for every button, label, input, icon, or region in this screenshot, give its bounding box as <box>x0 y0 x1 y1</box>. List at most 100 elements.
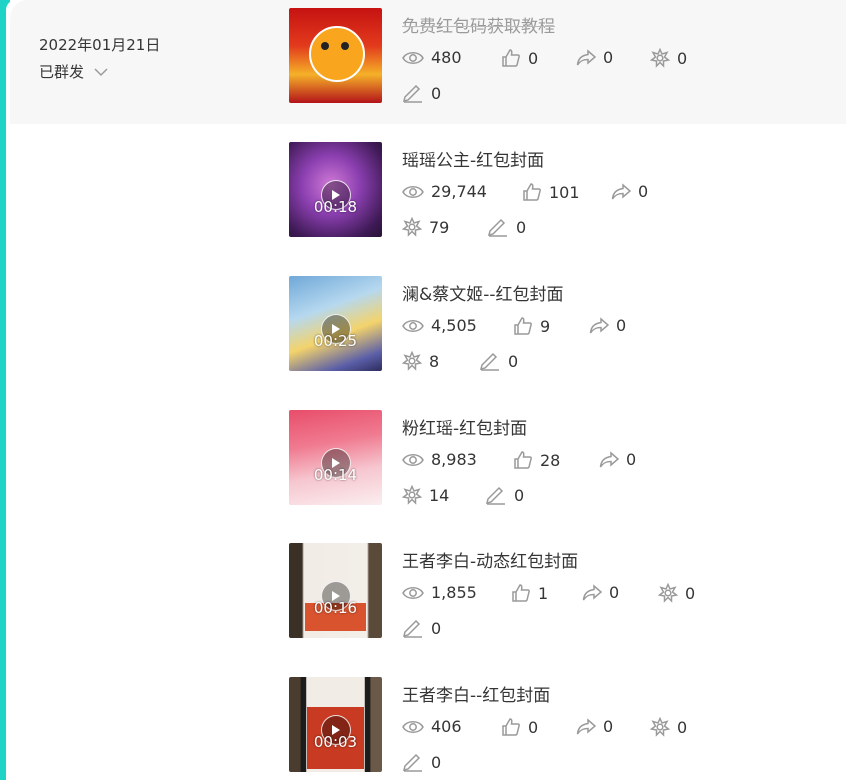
thumbs-up-icon <box>502 49 520 67</box>
wow-stat: 0 <box>650 48 687 68</box>
wow-stat: 79 <box>402 217 449 237</box>
share-icon <box>582 583 602 600</box>
thumbs-up-icon <box>514 451 532 469</box>
share-icon <box>576 717 596 734</box>
views-stat: 1,855 <box>402 583 477 602</box>
likes-stat: 0 <box>501 48 538 68</box>
share-icon <box>589 316 609 333</box>
wow-stat: 0 <box>658 583 695 603</box>
views-stat: 29,744 <box>402 182 487 201</box>
flower-icon <box>650 48 670 68</box>
comments-count: 0 <box>431 618 442 638</box>
eye-icon <box>402 586 424 599</box>
shares-count: 0 <box>616 316 627 335</box>
thumbs-up-icon <box>514 317 532 335</box>
wow-count: 14 <box>429 485 450 505</box>
publish-status-dropdown[interactable]: 已群发 <box>39 61 108 82</box>
comments-stat: 0 <box>487 217 526 237</box>
likes-count: 28 <box>540 450 561 470</box>
likes-stat: 101 <box>522 182 580 202</box>
share-icon <box>611 182 631 199</box>
views-count: 1,855 <box>431 583 477 602</box>
article-title[interactable]: 粉红瑶-红包封面 <box>402 414 527 439</box>
wow-count: 0 <box>677 48 688 68</box>
article-thumbnail[interactable] <box>289 8 382 103</box>
comments-count: 0 <box>514 485 525 505</box>
article-title[interactable]: 澜&蔡文姬--红包封面 <box>402 280 564 305</box>
likes-count: 0 <box>528 48 539 68</box>
flower-icon <box>402 351 422 371</box>
article-item[interactable]: 00:25 澜&蔡文姬--红包封面 4,505 9 0 8 0 <box>289 276 846 376</box>
eye-icon <box>402 51 424 64</box>
article-item[interactable]: 00:14 粉红瑶-红包封面 8,983 28 0 14 0 <box>289 410 846 510</box>
shares-stat: 0 <box>576 48 613 67</box>
wow-stat: 14 <box>402 485 449 505</box>
thumbs-up-icon <box>523 183 541 201</box>
wow-count: 0 <box>677 717 688 737</box>
views-count: 29,744 <box>431 182 487 201</box>
comments-count: 0 <box>508 351 519 371</box>
wow-count: 0 <box>685 583 696 603</box>
article-item[interactable]: 免费红包码获取教程 480 0 0 0 0 <box>289 8 846 108</box>
views-count: 480 <box>431 48 462 67</box>
chevron-down-icon <box>94 67 108 76</box>
article-thumbnail[interactable]: 00:18 <box>289 142 382 237</box>
likes-count: 9 <box>540 316 551 336</box>
comments-count: 0 <box>431 752 442 772</box>
comments-stat: 0 <box>402 752 441 772</box>
shares-count: 0 <box>603 48 614 67</box>
shares-stat: 0 <box>589 316 626 335</box>
video-duration: 00:03 <box>313 733 358 751</box>
window-edge <box>0 0 16 780</box>
article-title[interactable]: 免费红包码获取教程 <box>402 12 555 37</box>
comments-count: 0 <box>516 217 527 237</box>
views-stat: 406 <box>402 717 462 736</box>
shares-stat: 0 <box>599 450 636 469</box>
article-thumbnail[interactable]: 00:14 <box>289 410 382 505</box>
article-title[interactable]: 王者李白-动态红包封面 <box>402 547 578 572</box>
thumbs-up-icon <box>502 718 520 736</box>
comments-stat: 0 <box>479 351 518 371</box>
eye-icon <box>402 453 424 466</box>
likes-count: 0 <box>528 717 539 737</box>
eye-icon <box>402 185 424 198</box>
wow-count: 79 <box>429 217 450 237</box>
article-thumbnail[interactable]: 00:25 <box>289 276 382 371</box>
article-title[interactable]: 瑶瑶公主-红包封面 <box>402 146 544 171</box>
pen-icon <box>479 352 499 371</box>
views-stat: 4,505 <box>402 316 477 335</box>
comments-stat: 0 <box>485 485 524 505</box>
pen-icon <box>487 218 507 237</box>
views-stat: 8,983 <box>402 450 477 469</box>
eye-icon <box>402 720 424 733</box>
views-count: 8,983 <box>431 450 477 469</box>
article-item[interactable]: 00:16 王者李白-动态红包封面 1,855 1 0 0 0 <box>289 543 846 643</box>
thumbs-up-icon <box>512 584 530 602</box>
flower-icon <box>402 217 422 237</box>
comments-stat: 0 <box>402 83 441 103</box>
video-duration: 00:25 <box>313 332 358 350</box>
likes-stat: 9 <box>513 316 550 336</box>
share-icon <box>576 48 596 65</box>
views-stat: 480 <box>402 48 462 67</box>
share-icon <box>599 450 619 467</box>
pen-icon <box>402 84 422 103</box>
wow-stat: 0 <box>650 717 687 737</box>
article-item[interactable]: 00:18 瑶瑶公主-红包封面 29,744 101 0 79 0 <box>289 142 846 242</box>
shares-stat: 0 <box>576 717 613 736</box>
shares-count: 0 <box>609 583 620 602</box>
flower-icon <box>402 485 422 505</box>
wow-stat: 8 <box>402 351 439 371</box>
article-thumbnail[interactable]: 00:16 <box>289 543 382 638</box>
likes-count: 101 <box>549 182 580 202</box>
article-title[interactable]: 王者李白--红包封面 <box>402 681 550 706</box>
shares-count: 0 <box>626 450 637 469</box>
views-count: 4,505 <box>431 316 477 335</box>
likes-count: 1 <box>538 583 549 603</box>
shares-count: 0 <box>603 717 614 736</box>
comments-stat: 0 <box>402 618 441 638</box>
article-thumbnail[interactable]: 00:03 <box>289 677 382 772</box>
likes-stat: 0 <box>501 717 538 737</box>
article-item[interactable]: 00:03 王者李白--红包封面 406 0 0 0 0 <box>289 677 846 777</box>
shares-stat: 0 <box>611 182 648 201</box>
